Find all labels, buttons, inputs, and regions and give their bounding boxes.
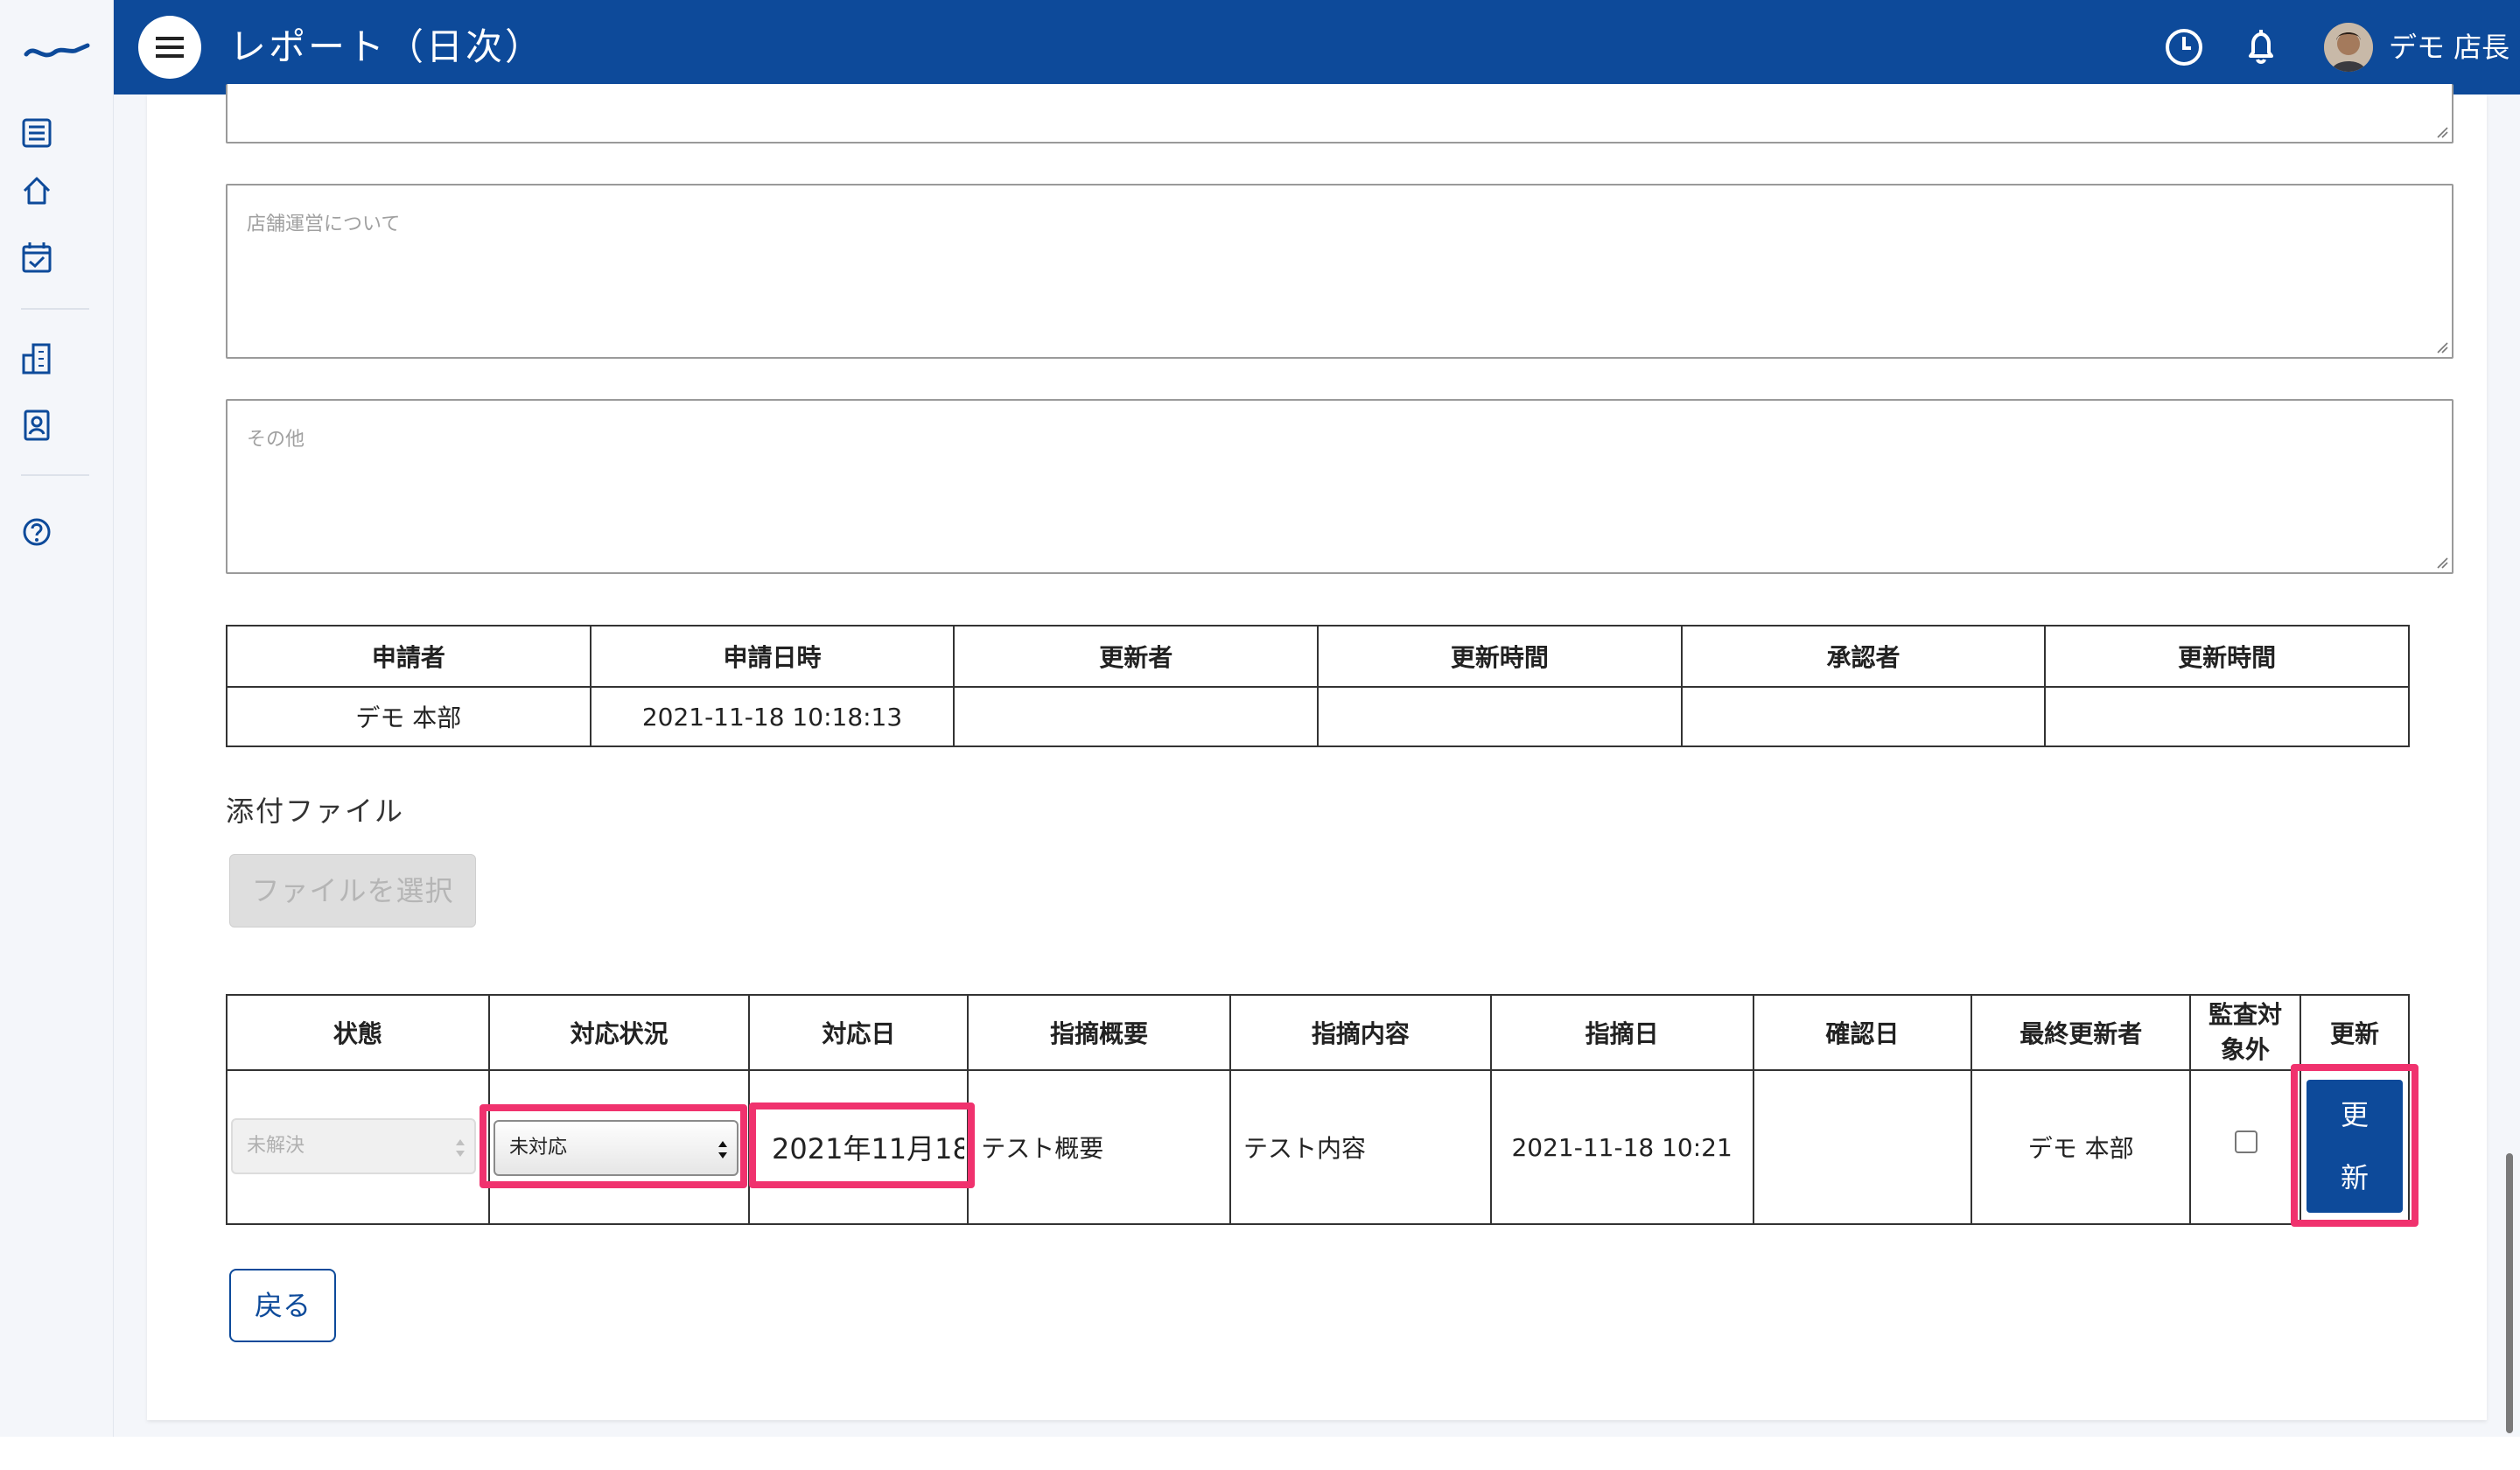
top-header: レポート（日次） デモ 店長 xyxy=(114,0,2520,94)
resize-grip-icon[interactable] xyxy=(2434,555,2448,569)
sidebar-divider xyxy=(21,474,89,476)
column-header-audit-exclude: 監査対象外 xyxy=(2189,994,2302,1071)
column-header-finding-date: 指摘日 xyxy=(1489,994,1754,1071)
textarea-previous[interactable] xyxy=(226,84,2454,144)
brand-logo[interactable] xyxy=(23,32,91,66)
back-button[interactable]: 戻る xyxy=(229,1269,336,1342)
page-title: レポート（日次） xyxy=(229,25,545,68)
finding-date-cell: 2021-11-18 10:21 xyxy=(1489,1069,1754,1225)
column-header: 申請者 xyxy=(226,625,592,688)
clock-icon[interactable] xyxy=(2163,26,2205,68)
menu-button[interactable] xyxy=(138,16,201,79)
column-header-response-status: 対応状況 xyxy=(487,994,751,1071)
column-header: 更新者 xyxy=(953,625,1320,688)
approved-at-cell xyxy=(2044,686,2410,747)
user-name[interactable]: デモ 店長 xyxy=(2389,30,2510,65)
sidebar-divider xyxy=(21,308,89,310)
column-header-status: 状態 xyxy=(226,994,490,1071)
page-bottom xyxy=(0,1437,2520,1470)
table-header-row: 申請者 申請日時 更新者 更新時間 承認者 更新時間 xyxy=(226,625,2410,688)
updater-cell xyxy=(953,686,1320,747)
status-select-value: 未解決 xyxy=(247,1135,305,1157)
approval-table: 申請者 申請日時 更新者 更新時間 承認者 更新時間 デモ 本部 2021-11… xyxy=(226,625,2410,747)
summary-cell: テスト概要 xyxy=(967,1069,1231,1225)
list-icon[interactable] xyxy=(19,116,54,150)
highlight-box xyxy=(2291,1064,2418,1227)
user-photo xyxy=(2324,23,2373,72)
select-arrows-icon xyxy=(456,1139,465,1157)
content-cell: テスト内容 xyxy=(1229,1069,1492,1225)
table-row: デモ 本部 2021-11-18 10:18:13 xyxy=(226,686,2410,747)
choose-file-button[interactable]: ファイルを選択 xyxy=(229,854,476,928)
column-header-summary: 指摘概要 xyxy=(967,994,1231,1071)
sidebar xyxy=(0,0,114,1470)
column-header-response-date: 対応日 xyxy=(748,994,970,1071)
attachments-label: 添付ファイル xyxy=(226,794,405,828)
hamburger-icon xyxy=(156,37,184,58)
avatar[interactable] xyxy=(2324,23,2373,72)
column-header: 承認者 xyxy=(1680,625,2047,688)
column-header-confirm-date: 確認日 xyxy=(1752,994,1973,1071)
status-select: 未解決 xyxy=(231,1118,476,1174)
column-header: 申請日時 xyxy=(589,625,956,688)
column-header: 更新時間 xyxy=(2044,625,2410,688)
other-textarea[interactable]: その他 xyxy=(226,399,2454,574)
approver-cell xyxy=(1680,686,2047,747)
building-icon[interactable] xyxy=(19,341,54,376)
last-updater-cell: デモ 本部 xyxy=(1970,1069,2192,1225)
store-operation-textarea[interactable]: 店舗運営について xyxy=(226,184,2454,359)
resize-grip-icon[interactable] xyxy=(2434,340,2448,354)
resize-grip-icon[interactable] xyxy=(2434,124,2448,138)
calendar-check-icon[interactable] xyxy=(19,240,54,275)
updated-at-cell xyxy=(1317,686,1683,747)
highlight-box xyxy=(749,1102,975,1188)
column-header-last-updater: 最終更新者 xyxy=(1970,994,2192,1071)
id-card-icon[interactable] xyxy=(19,408,54,443)
applied-at-cell: 2021-11-18 10:18:13 xyxy=(589,686,956,747)
bell-icon[interactable] xyxy=(2240,26,2282,68)
textarea-placeholder: 店舗運営について xyxy=(247,214,401,235)
scrollbar-thumb[interactable] xyxy=(2506,1153,2513,1433)
column-header: 更新時間 xyxy=(1317,625,1683,688)
audit-exclude-checkbox[interactable] xyxy=(2235,1130,2258,1153)
table-header-row: 状態 対応状況 対応日 指摘概要 指摘内容 指摘日 確認日 最終更新者 監査対象… xyxy=(226,994,2410,1071)
home-icon[interactable] xyxy=(19,173,54,208)
textarea-placeholder: その他 xyxy=(247,429,305,451)
highlight-box xyxy=(480,1104,747,1188)
column-header-content: 指摘内容 xyxy=(1229,994,1492,1071)
column-header-update: 更新 xyxy=(2300,994,2410,1071)
help-icon[interactable] xyxy=(19,514,54,550)
confirm-date-cell xyxy=(1752,1069,1973,1225)
applicant-cell: デモ 本部 xyxy=(226,686,592,747)
